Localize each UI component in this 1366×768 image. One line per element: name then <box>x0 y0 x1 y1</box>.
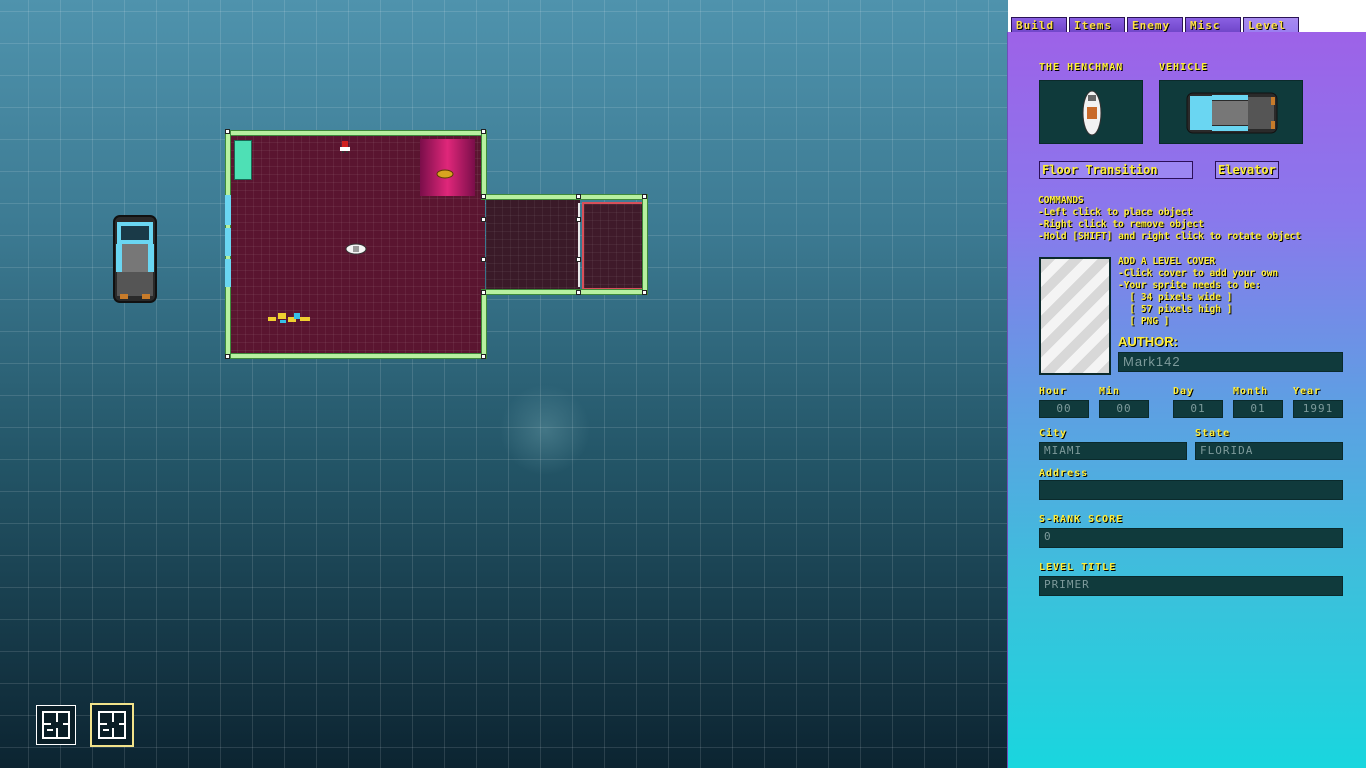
min-label: Min <box>1099 386 1121 397</box>
author-input[interactable]: Mark142 <box>1118 352 1343 372</box>
command-line: -Right click to remove object <box>1038 219 1204 230</box>
couch[interactable] <box>234 140 252 180</box>
door[interactable] <box>578 203 580 287</box>
tab-build[interactable]: Build <box>1011 17 1067 33</box>
city-input[interactable]: MIAMI <box>1039 442 1187 460</box>
wall-node[interactable] <box>481 194 486 199</box>
wall[interactable] <box>481 194 647 200</box>
cover-title: ADD A LEVEL COVER <box>1118 256 1216 267</box>
henchman-selector[interactable] <box>1039 80 1143 144</box>
window[interactable] <box>225 228 231 256</box>
month-input[interactable]: 01 <box>1233 400 1283 418</box>
elevator-button[interactable]: Elevator <box>1215 161 1279 179</box>
min-input[interactable]: 00 <box>1099 400 1149 418</box>
wall-node[interactable] <box>642 290 647 295</box>
wall-node[interactable] <box>576 290 581 295</box>
wall-node[interactable] <box>481 217 486 222</box>
wall-node[interactable] <box>576 194 581 199</box>
vehicle-label: VEHICLE <box>1159 62 1209 73</box>
wall-node[interactable] <box>481 354 486 359</box>
wall[interactable] <box>481 292 487 359</box>
commands-title: COMMANDS <box>1038 195 1084 206</box>
command-line: -Hold [SHIFT] and right click to rotate … <box>1038 231 1302 242</box>
command-line: -Left click to place object <box>1038 207 1193 218</box>
wall[interactable] <box>481 289 647 295</box>
tab-items[interactable]: Items <box>1069 17 1125 33</box>
wall-node[interactable] <box>481 129 486 134</box>
wall-node[interactable] <box>481 257 486 262</box>
wall[interactable] <box>226 130 486 136</box>
level-panel: THE HENCHMAN VEHICLE Floor Transition El… <box>1007 32 1366 768</box>
year-label: Year <box>1293 386 1322 397</box>
tab-enemy[interactable]: Enemy <box>1127 17 1183 33</box>
state-input[interactable]: FLORIDA <box>1195 442 1343 460</box>
wall-node[interactable] <box>642 194 647 199</box>
srank-input[interactable]: 0 <box>1039 528 1343 548</box>
floor-1-button[interactable] <box>36 705 76 745</box>
cover-info: [ 57 pixels high ] <box>1118 304 1233 315</box>
floor-map-icon <box>98 711 126 739</box>
author-label: AUTHOR: <box>1118 334 1178 349</box>
window[interactable] <box>225 259 231 287</box>
player-sprite[interactable] <box>344 242 368 256</box>
cover-info: [ PNG ] <box>1118 316 1170 327</box>
level-canvas[interactable] <box>0 0 1008 768</box>
srank-label: S-RANK SCORE <box>1039 514 1124 525</box>
car-sprite[interactable] <box>112 214 158 304</box>
window[interactable] <box>225 195 231 225</box>
year-input[interactable]: 1991 <box>1293 400 1343 418</box>
hallway-room[interactable] <box>486 199 580 293</box>
level-title-input[interactable]: PRIMER <box>1039 576 1343 596</box>
vehicle-icon <box>1186 92 1278 134</box>
city-label: City <box>1039 428 1068 439</box>
day-input[interactable]: 01 <box>1173 400 1223 418</box>
floor-2-button[interactable] <box>90 703 134 747</box>
tab-misc[interactable]: Misc <box>1185 17 1241 33</box>
wall[interactable] <box>226 353 486 359</box>
wall-node[interactable] <box>225 354 230 359</box>
floor-map-icon <box>42 711 70 739</box>
floor-transition-button[interactable]: Floor Transition <box>1039 161 1193 179</box>
level-title-label: LEVEL TITLE <box>1039 562 1117 573</box>
henchman-label: THE HENCHMAN <box>1039 62 1124 73</box>
wall-node[interactable] <box>576 257 581 262</box>
address-label: Address <box>1039 468 1089 479</box>
editor-grid <box>0 0 1008 768</box>
wall[interactable] <box>642 194 648 295</box>
wall[interactable] <box>481 130 487 198</box>
state-label: State <box>1195 428 1231 439</box>
day-label: Day <box>1173 386 1195 397</box>
hour-label: Hour <box>1039 386 1068 397</box>
enemy-sprite[interactable] <box>337 139 353 155</box>
cover-info: -Click cover to add your own <box>1118 268 1279 279</box>
weapon-pickup[interactable] <box>436 168 454 180</box>
tab-level[interactable]: Level <box>1243 17 1299 33</box>
cover-info: -Your sprite needs to be: <box>1118 280 1261 291</box>
side-room[interactable] <box>582 202 644 290</box>
henchman-icon <box>1082 90 1102 136</box>
level-cover[interactable] <box>1039 257 1111 375</box>
wall-node[interactable] <box>576 217 581 222</box>
hour-input[interactable]: 00 <box>1039 400 1089 418</box>
month-label: Month <box>1233 386 1269 397</box>
vehicle-selector[interactable] <box>1159 80 1303 144</box>
address-input[interactable] <box>1039 480 1343 500</box>
items-pile[interactable] <box>266 309 314 327</box>
wall-node[interactable] <box>481 290 486 295</box>
wall-node[interactable] <box>225 129 230 134</box>
cover-info: [ 34 pixels wide ] <box>1118 292 1233 303</box>
